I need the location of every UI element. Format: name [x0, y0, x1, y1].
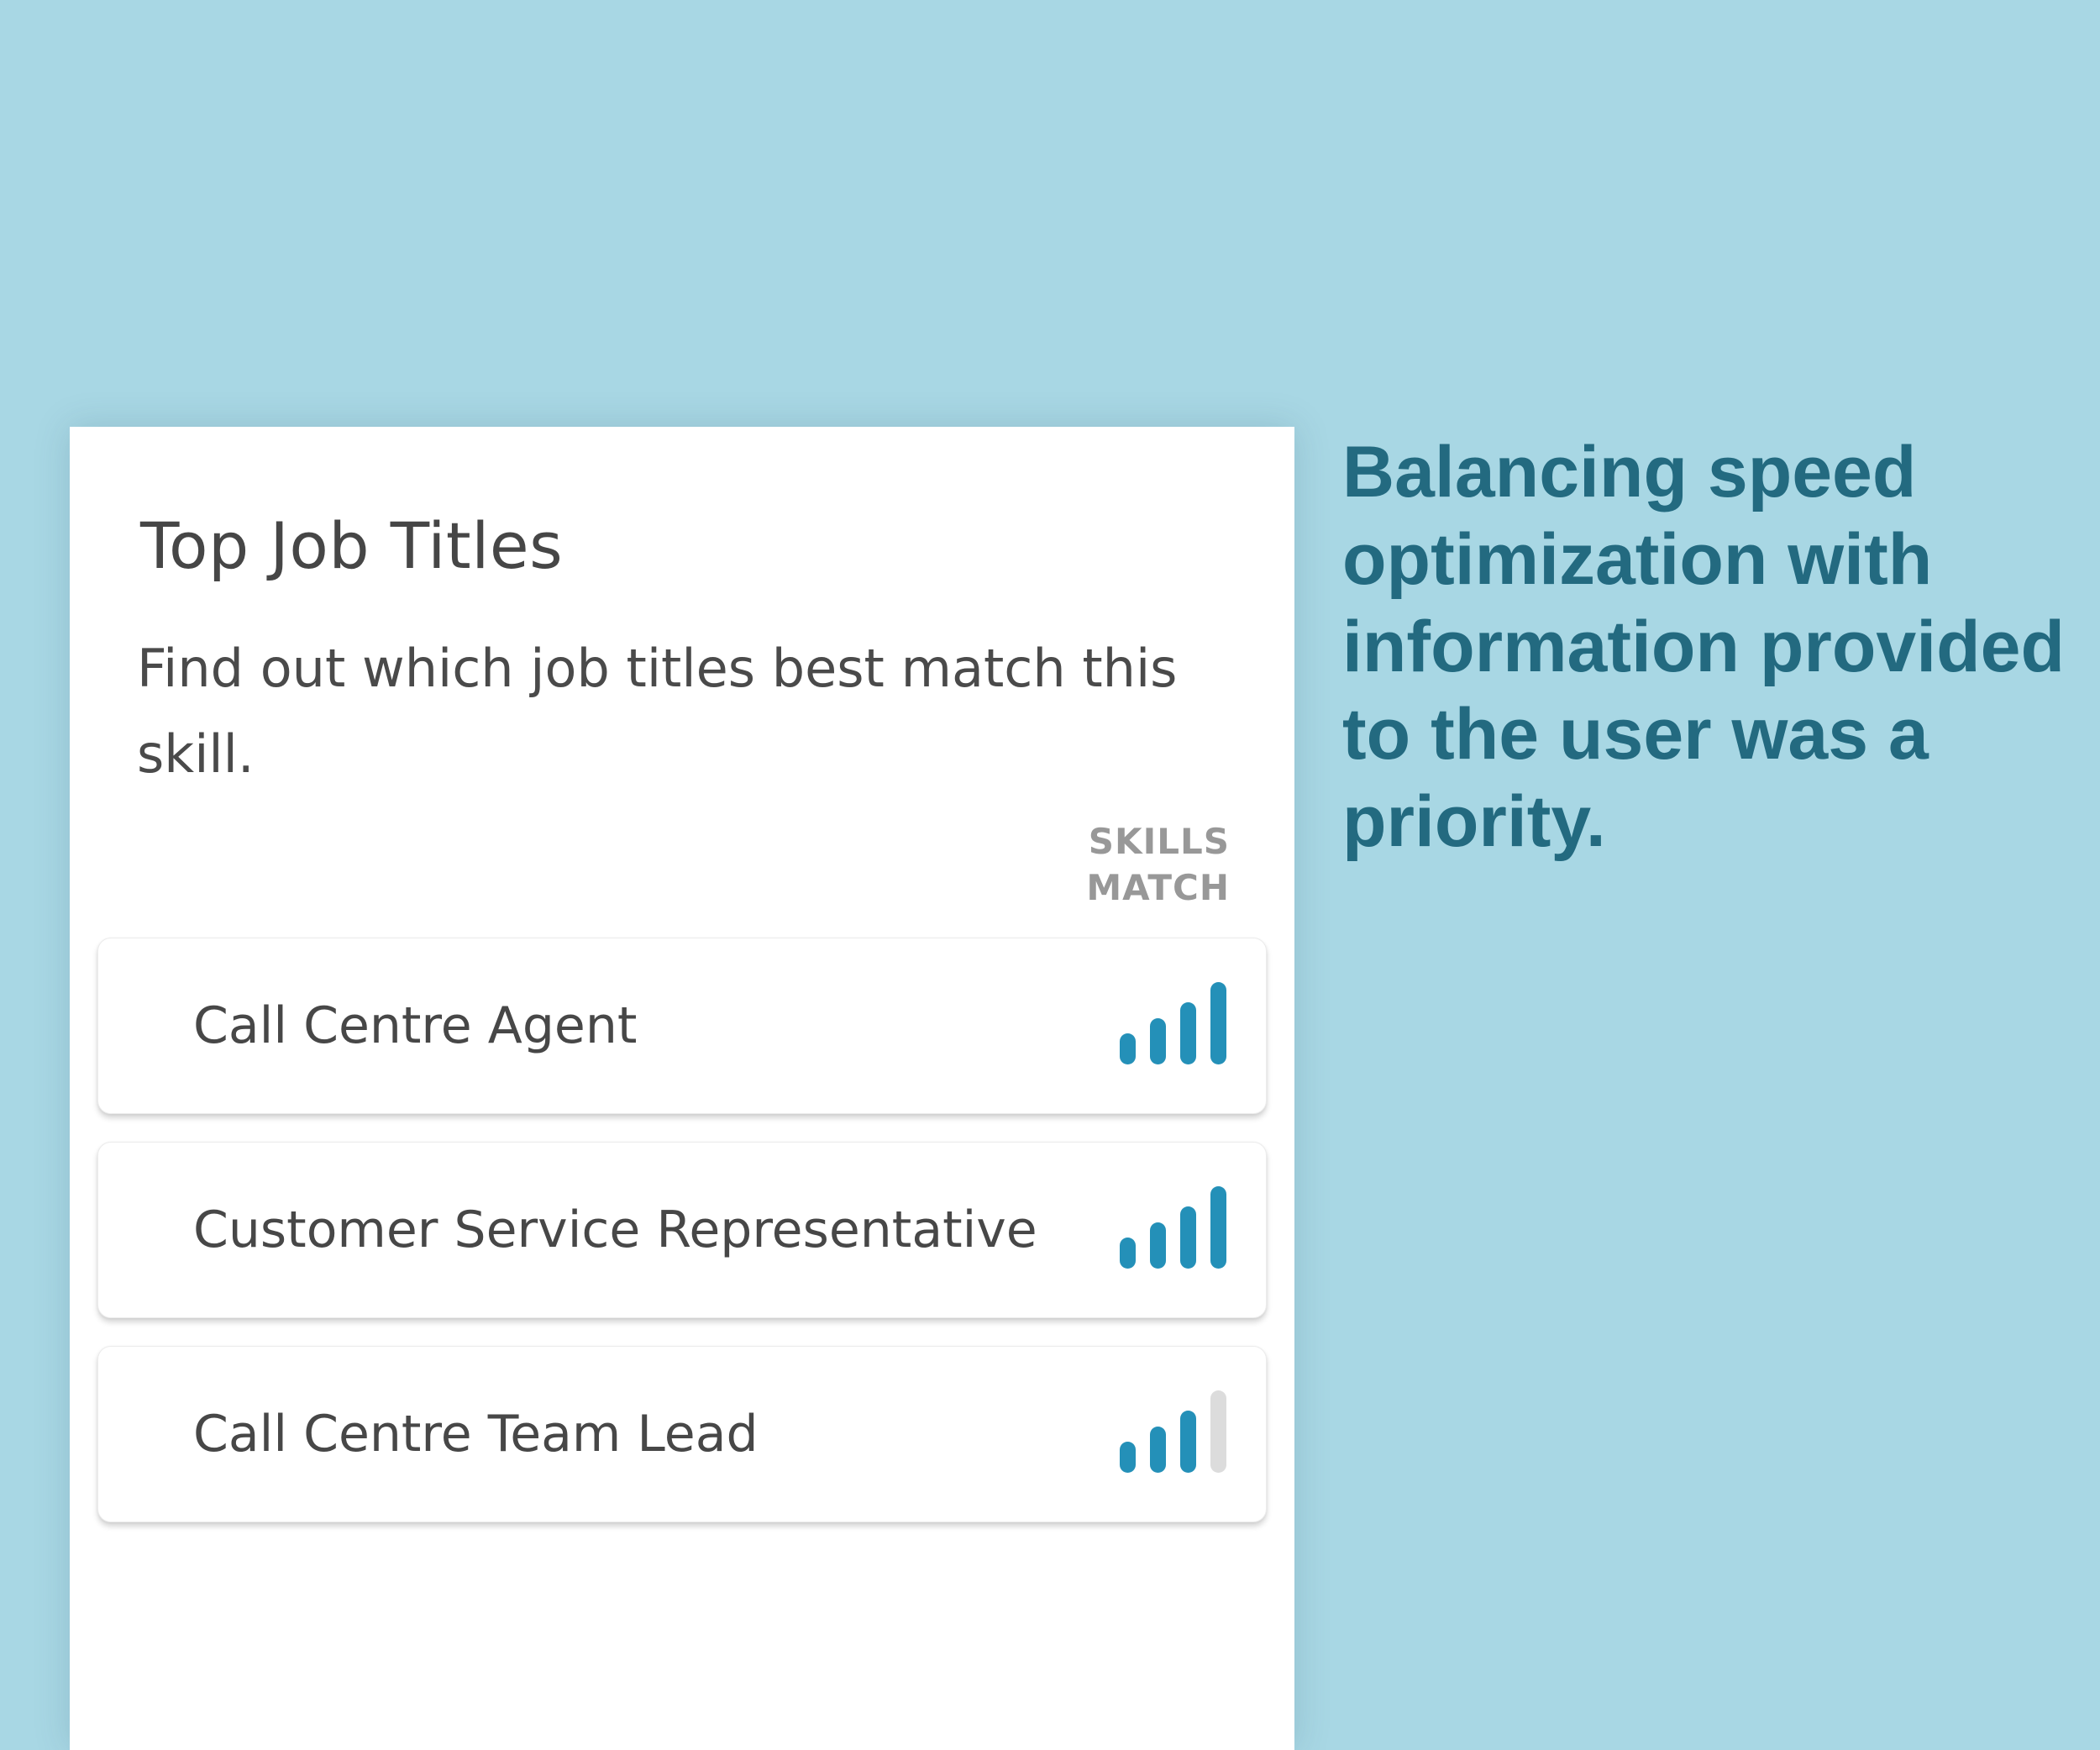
column-header-line: SKILLS [1088, 821, 1230, 862]
signal-bar-filled [1150, 1427, 1166, 1473]
signal-bar-filled [1120, 1033, 1136, 1064]
job-card-call-centre-team-lead[interactable]: Call Centre Team Lead [97, 1346, 1267, 1522]
signal-bars-icon [1120, 1389, 1227, 1473]
signal-bars-icon [1120, 1185, 1227, 1269]
signal-bars-icon [1120, 980, 1227, 1064]
signal-bar-filled [1120, 1442, 1136, 1473]
panel-title: Top Job Titles [140, 508, 564, 583]
panel-description: Find out which job titles best match thi… [137, 638, 1178, 785]
job-card-call-centre-agent[interactable]: Call Centre Agent [97, 938, 1267, 1114]
signal-bar-filled [1180, 1411, 1196, 1473]
skills-match-column-header: SKILLS MATCH [1086, 818, 1230, 911]
signal-bar-filled [1150, 1222, 1166, 1269]
signal-bar-filled [1210, 982, 1226, 1064]
signal-bar-filled [1150, 1018, 1166, 1064]
job-title-list: Call Centre Agent Customer Service Repre… [97, 938, 1267, 1550]
signal-bar-filled [1210, 1186, 1226, 1269]
job-card-customer-service-representative[interactable]: Customer Service Representative [97, 1142, 1267, 1318]
job-title: Customer Service Representative [193, 1201, 1037, 1259]
signal-bar-filled [1180, 1002, 1196, 1064]
signal-bar-empty [1210, 1390, 1226, 1473]
signal-bar-filled [1120, 1238, 1136, 1269]
top-job-titles-panel: Top Job Titles Find out which job titles… [70, 427, 1294, 1750]
job-title: Call Centre Agent [193, 996, 638, 1055]
job-title: Call Centre Team Lead [193, 1405, 759, 1464]
column-header-line: MATCH [1086, 867, 1230, 908]
signal-bar-filled [1180, 1206, 1196, 1269]
side-note-text: Balancing speed optimization with inform… [1342, 432, 2065, 862]
